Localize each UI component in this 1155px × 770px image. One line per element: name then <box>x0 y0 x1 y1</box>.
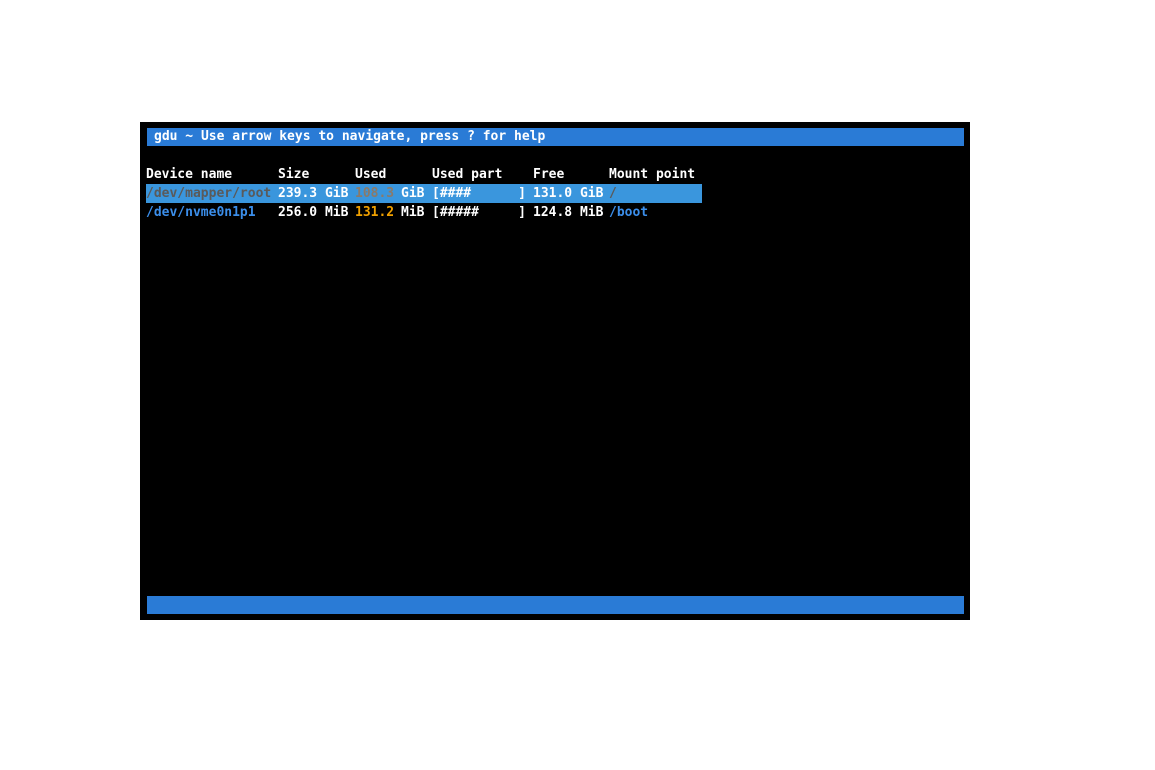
status-bar <box>147 596 964 614</box>
header-free: Free <box>533 167 565 182</box>
free: 131.0 GiB <box>533 186 604 201</box>
used-unit: MiB <box>401 205 425 220</box>
header-used-part: Used part <box>432 167 503 182</box>
used-part-bar: [##### ] <box>432 205 526 220</box>
mount-point: /boot <box>609 205 649 220</box>
used-part-bar: [#### ] <box>432 186 526 201</box>
table-row[interactable]: /dev/nvme0n1p1 256.0 MiB 131.2 MiB [####… <box>146 203 702 222</box>
title-bar: gdu ~ Use arrow keys to navigate, press … <box>147 128 964 146</box>
header-used: Used <box>355 167 387 182</box>
header-device: Device name <box>146 167 233 182</box>
mount-point: / <box>609 186 617 201</box>
used-value: 131.2 <box>355 205 395 220</box>
table-header: Device name Size Used Used part Free Mou… <box>146 165 695 184</box>
free: 124.8 MiB <box>533 205 604 220</box>
used-unit: GiB <box>401 186 425 201</box>
header-size: Size <box>278 167 310 182</box>
size: 239.3 GiB <box>278 186 349 201</box>
terminal-window: gdu ~ Use arrow keys to navigate, press … <box>140 122 970 620</box>
used-value: 108.3 <box>355 186 395 201</box>
device-name: /dev/nvme0n1p1 <box>146 205 256 220</box>
table-row[interactable]: /dev/mapper/root 239.3 GiB 108.3 GiB [##… <box>146 184 702 203</box>
device-name: /dev/mapper/root <box>146 186 272 201</box>
header-mount: Mount point <box>609 167 696 182</box>
size: 256.0 MiB <box>278 205 349 220</box>
